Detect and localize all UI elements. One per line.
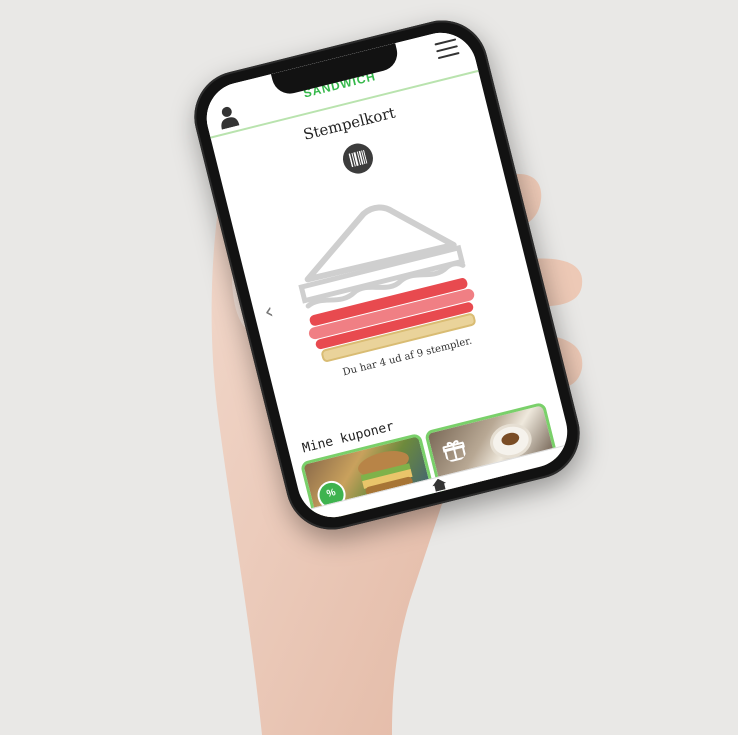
product-photo: SANDWICH Stempelkort ‹ Du har 4 ud af 9 … — [0, 0, 738, 735]
chevron-left-icon[interactable]: ‹ — [262, 299, 277, 325]
menu-icon[interactable] — [434, 38, 460, 60]
user-icon[interactable] — [216, 104, 241, 130]
gift-icon — [442, 440, 467, 464]
home-icon[interactable] — [431, 477, 447, 492]
barcode-button[interactable] — [339, 140, 377, 177]
barcode-icon — [348, 149, 368, 168]
